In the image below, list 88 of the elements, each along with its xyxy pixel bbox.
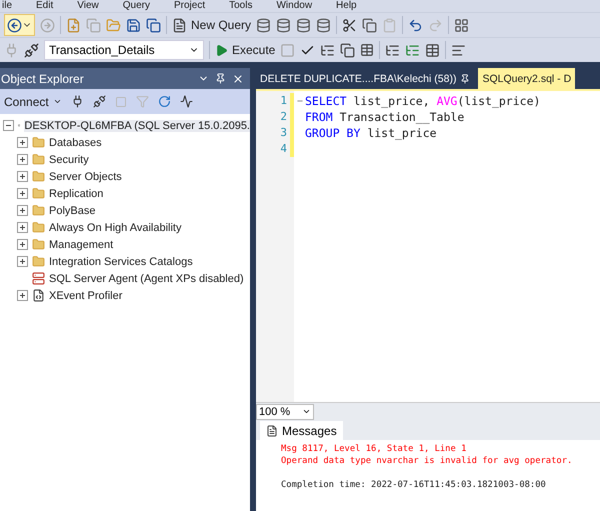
tree-icon[interactable] (320, 42, 336, 58)
tree-item[interactable]: Replication (49, 188, 104, 200)
folder-icon (32, 153, 45, 166)
expand-toggle[interactable] (17, 290, 28, 301)
activity-icon[interactable] (180, 95, 193, 108)
expand-toggle[interactable] (17, 205, 28, 216)
align-icon[interactable] (451, 42, 466, 58)
pin-icon[interactable] (215, 73, 226, 84)
line-number: 1 (280, 93, 294, 109)
database-icon[interactable] (296, 18, 312, 32)
menu-item[interactable]: Window (276, 0, 312, 12)
code-line: FROM Transaction__Table (305, 109, 464, 125)
tree-item[interactable]: Always On High Availability (49, 222, 182, 234)
document-icon (32, 289, 45, 302)
expand-toggle[interactable] (17, 239, 28, 250)
caret-icon (302, 407, 312, 416)
line-number: 3 (280, 125, 294, 141)
zoom-dropdown[interactable]: 100 % (256, 404, 314, 420)
folder-icon (32, 170, 45, 183)
tree-item[interactable]: DESKTOP-QL6MFBA (SQL Server 15.0.2095. (24, 120, 250, 132)
menu-item[interactable]: Edit (36, 0, 54, 12)
folder-icon (32, 187, 45, 200)
back-button[interactable] (4, 14, 35, 36)
message-line: Operand data type nvarchar is invalid for avg operator. (281, 455, 574, 467)
refresh-icon[interactable] (158, 95, 171, 108)
message-line: Completion time: 2022-07-16T11:45:03.1821003-08:00 (281, 479, 547, 491)
menu-item[interactable]: Tools (229, 0, 252, 12)
code-line: GROUP BY list_price (305, 125, 437, 141)
tree-item[interactable]: Management (49, 238, 114, 250)
line-number: 2 (280, 109, 294, 125)
menu-item[interactable]: Help (336, 0, 357, 12)
database-icon[interactable] (276, 18, 292, 32)
close-icon[interactable] (232, 72, 244, 84)
pin-icon[interactable] (460, 74, 470, 84)
folder-icon (32, 221, 45, 234)
folder-icon (32, 204, 45, 217)
panel-title: Object Explorer (1, 72, 84, 86)
messages-tab[interactable]: Messages (260, 421, 343, 440)
table-icon[interactable] (425, 42, 440, 58)
tree-item[interactable]: Server Objects (49, 170, 122, 182)
menu-item[interactable]: ile (2, 0, 12, 12)
expand-toggle[interactable] (17, 137, 28, 148)
database-dropdown[interactable]: Transaction_Details (44, 40, 204, 60)
undo-icon[interactable] (408, 18, 424, 32)
save-all-icon[interactable] (146, 18, 161, 32)
editor-tab[interactable]: DELETE DUPLICATE....FBA\Kelechi (58)) (256, 68, 474, 89)
back-icon (7, 18, 22, 32)
save-icon[interactable] (126, 18, 141, 32)
expand-toggle[interactable] (17, 154, 28, 165)
unplug-icon[interactable] (24, 42, 39, 58)
expand-toggle[interactable] (17, 171, 28, 182)
message-line: Msg 8117, Level 16, State 1, Line 1 (281, 443, 468, 455)
line-number: 4 (280, 141, 294, 157)
menu-item[interactable]: Query (122, 0, 150, 12)
play-icon (215, 44, 228, 56)
grid-icon[interactable] (360, 43, 374, 57)
tree-icon[interactable] (385, 42, 400, 58)
folder-icon (32, 136, 45, 149)
new-query-button[interactable]: New Query (172, 15, 252, 35)
tree-item[interactable]: Security (49, 154, 89, 166)
database-icon[interactable] (316, 18, 332, 32)
unplug-icon[interactable] (92, 95, 106, 108)
folder-icon (32, 238, 45, 251)
expand-toggle[interactable] (17, 188, 28, 199)
tree-item[interactable]: Databases (49, 136, 102, 148)
plug-icon[interactable] (70, 95, 84, 108)
expand-toggle[interactable] (17, 222, 28, 233)
tree-item[interactable]: Integration Services Catalogs (49, 256, 193, 268)
collapse-toggle[interactable] (3, 120, 14, 131)
document-icon (266, 424, 278, 436)
cut-icon[interactable] (342, 18, 358, 32)
document-icon (172, 18, 187, 32)
window-icon[interactable] (340, 42, 356, 58)
editor-tab[interactable]: SQLQuery2.sql - D (478, 68, 576, 89)
tree-item[interactable]: PolyBase (49, 204, 96, 216)
menu-item[interactable]: View (77, 0, 99, 12)
folder-icon (32, 255, 45, 268)
code-line: SELECT list_price, AVG(list_price) (305, 93, 540, 109)
tree-item[interactable]: XEvent Profiler (49, 290, 122, 302)
database-icon[interactable] (256, 18, 272, 32)
expand-toggle[interactable] (17, 256, 28, 267)
connect-button[interactable]: Connect (4, 92, 62, 112)
copy-icon[interactable] (362, 18, 378, 32)
execute-button[interactable]: Execute (215, 40, 276, 60)
menu-item[interactable]: Project (174, 0, 206, 12)
tree-item[interactable]: SQL Server Agent (Agent XPs disabled) (49, 272, 244, 284)
tree-icon[interactable] (405, 42, 420, 58)
caret-icon (52, 97, 62, 106)
